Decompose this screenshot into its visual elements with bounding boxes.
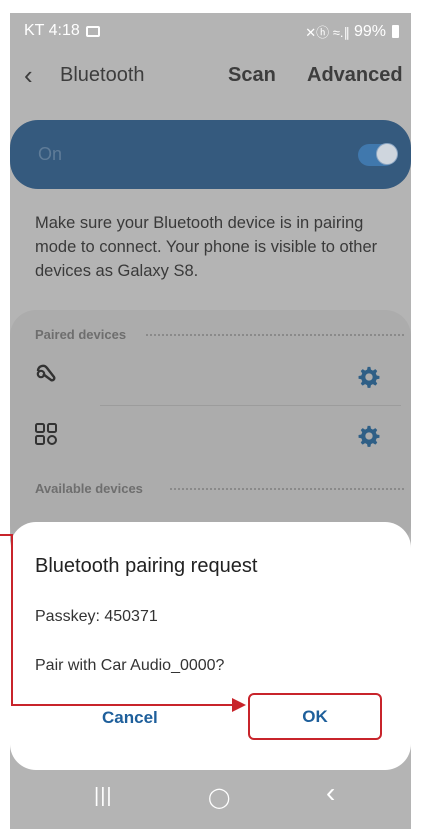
pairing-dialog: Bluetooth pairing request Passkey: 45037… xyxy=(10,522,411,770)
annotation-line-horizontal xyxy=(11,704,233,706)
annotation-arrowhead-icon xyxy=(232,698,246,712)
advanced-button[interactable]: Advanced xyxy=(307,64,403,87)
bluetooth-switch[interactable] xyxy=(358,143,398,166)
status-bar: KT 4:18 ✕ⓗ ≈.∥ 99% xyxy=(10,13,411,47)
phone-screen: KT 4:18 ✕ⓗ ≈.∥ 99% ‹ Bluetooth Scan Adva… xyxy=(10,13,411,829)
status-right: ✕ⓗ ≈.∥ 99% xyxy=(305,22,399,41)
page-title: Bluetooth xyxy=(60,64,145,86)
carrier-time: KT 4:18 xyxy=(24,22,80,39)
recents-button[interactable]: ||| xyxy=(94,785,113,808)
image-notification-icon xyxy=(85,25,100,37)
status-left: KT 4:18 xyxy=(24,22,100,40)
headset-icon xyxy=(36,364,56,382)
devices-card: Paired devices Available devices xyxy=(10,310,411,550)
section-divider xyxy=(146,334,404,336)
home-button[interactable]: ◯ xyxy=(208,785,230,810)
available-devices-header: Available devices xyxy=(35,481,143,496)
ok-button-label: OK xyxy=(302,706,328,726)
back-nav-button[interactable]: ‹ xyxy=(326,777,335,809)
visibility-description: Make sure your Bluetooth device is in pa… xyxy=(35,214,378,280)
gear-icon[interactable] xyxy=(358,425,380,447)
bluetooth-toggle-card[interactable]: On xyxy=(10,120,411,189)
device-grid-icon xyxy=(35,423,57,445)
section-divider xyxy=(170,488,404,490)
passkey-text: Passkey: 450371 xyxy=(35,608,158,625)
annotation-line-vertical xyxy=(11,534,13,706)
battery-percent: 99% xyxy=(353,22,386,40)
signal-icons: ✕ⓗ ≈.∥ xyxy=(305,25,350,40)
navigation-bar: ||| ◯ ‹ xyxy=(10,771,411,829)
pair-question: Pair with Car Audio_0000? xyxy=(35,657,225,674)
item-separator xyxy=(100,405,401,406)
battery-icon xyxy=(392,25,399,38)
paired-devices-header: Paired devices xyxy=(35,327,127,342)
switch-knob xyxy=(376,143,398,165)
cancel-button[interactable]: Cancel xyxy=(102,708,158,728)
scan-button[interactable]: Scan xyxy=(228,64,276,87)
back-arrow-icon[interactable]: ‹ xyxy=(24,62,33,88)
gear-icon[interactable] xyxy=(358,366,380,388)
dialog-title: Bluetooth pairing request xyxy=(35,555,258,577)
app-bar: ‹ Bluetooth Scan Advanced xyxy=(10,59,411,99)
toggle-state-label: On xyxy=(38,144,63,164)
ok-button[interactable]: OK xyxy=(248,693,382,740)
